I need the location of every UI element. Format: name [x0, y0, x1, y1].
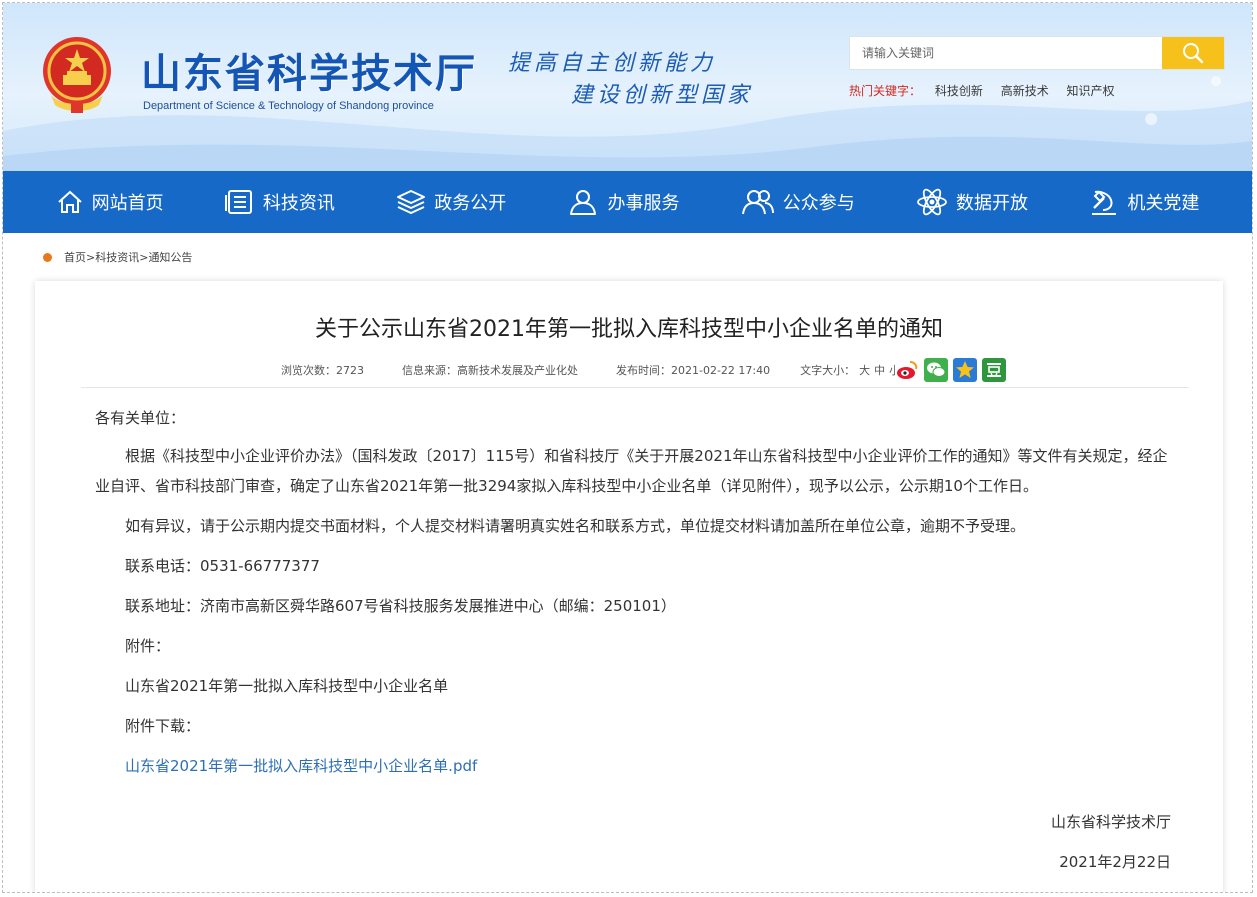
wechat-glyph — [927, 362, 946, 377]
source-value: 高新技术发展及产业化处 — [457, 364, 578, 377]
qzone-glyph — [956, 361, 975, 378]
home-icon — [57, 190, 82, 213]
date-meta: 发布时间：2021-02-22 17:40 — [616, 362, 770, 378]
nav-item-open-data[interactable]: 数据开放 — [916, 187, 1028, 217]
hot-keyword-link[interactable]: 知识产权 — [1067, 84, 1115, 98]
national-emblem-icon — [43, 37, 111, 113]
search-box — [849, 36, 1225, 70]
breadcrumb-dot-icon — [43, 252, 52, 262]
nav-item-news[interactable]: 科技资讯 — [224, 189, 335, 215]
douban-glyph — [987, 363, 1002, 377]
slogan-line-1: 提高自主创新能力 — [508, 51, 717, 76]
font-size-large-button[interactable]: 大 — [859, 362, 870, 378]
search-input[interactable] — [850, 37, 1162, 69]
nav-item-label: 政务公开 — [434, 193, 507, 214]
article-meta: 浏览次数：2723 信息来源：高新技术发展及产业化处 发布时间：2021-02-… — [281, 358, 1007, 382]
slogan-line-2: 建设创新型国家 — [571, 83, 754, 108]
qzone-icon[interactable] — [953, 358, 978, 382]
share-bar — [895, 358, 1007, 382]
hot-keywords-label: 热门关键字： — [849, 84, 922, 98]
hot-keywords: 热门关键字： 科技创新 高新技术 知识产权 — [849, 82, 1129, 99]
atom-icon — [917, 188, 947, 216]
signature: 山东省科学技术厅 — [1050, 813, 1171, 831]
article-panel: 关于公示山东省2021年第一批拟入库科技型中小企业名单的通知 浏览次数：2723… — [35, 281, 1223, 892]
views-label: 浏览次数： — [281, 364, 336, 377]
douban-icon[interactable] — [982, 358, 1007, 382]
people-icon — [741, 190, 774, 215]
nav-item-government-affairs[interactable]: 政务公开 — [396, 188, 506, 216]
party-icon — [1092, 190, 1117, 215]
download-line: 山东省2021年第一批拟入库科技型中小企业名单.pdf — [95, 751, 1175, 781]
source-label: 信息来源： — [402, 364, 457, 377]
nav-item-label: 网站首页 — [91, 193, 164, 214]
wechat-icon[interactable] — [924, 358, 949, 382]
breadcrumb-home-link[interactable]: 首页 — [64, 249, 86, 265]
site-header: 山东省科学技术厅 Department of Science & Technol… — [3, 3, 1252, 171]
weibo-icon[interactable] — [895, 358, 920, 382]
nav-item-label: 办事服务 — [607, 193, 680, 214]
nav-item-party-building[interactable]: 机关党建 — [1089, 188, 1199, 216]
views-meta: 浏览次数：2723 — [281, 362, 364, 378]
nav-item-public-participation[interactable]: 公众参与 — [741, 188, 855, 216]
site-title: 山东省科学技术厅 — [141, 50, 477, 97]
main-nav: 网站首页 科技资讯 政务公开 办事服务 公众参与 数据开放 机关党建 — [3, 171, 1252, 233]
breadcrumb: 首页 > 科技资讯 > 通知公告 — [43, 249, 192, 265]
hot-keyword-link[interactable]: 高新技术 — [1001, 84, 1049, 98]
paragraph-2: 如有异议，请于公示期内提交书面材料，个人提交材料请署明真实姓名和联系方式，单位提… — [125, 517, 1026, 535]
nav-item-label: 科技资讯 — [262, 193, 335, 214]
views-count: 2723 — [336, 364, 364, 377]
hot-keyword-link[interactable]: 科技创新 — [935, 84, 983, 98]
font-size-medium-button[interactable]: 中 — [874, 362, 885, 378]
news-icon — [224, 190, 252, 214]
date-label: 发布时间： — [616, 364, 671, 377]
nav-item-home[interactable]: 网站首页 — [56, 189, 164, 215]
breadcrumb-news-link[interactable]: 科技资讯 — [95, 249, 139, 265]
contact-address: 联系地址：济南市高新区舜华路607号省科技服务发展推进中心（邮编：250101） — [125, 597, 676, 615]
nav-item-label: 机关党建 — [1127, 193, 1200, 214]
search-icon — [1183, 43, 1204, 64]
contact-phone: 联系电话：0531-66777377 — [125, 557, 320, 575]
nav-item-label: 数据开放 — [956, 193, 1029, 214]
breadcrumb-separator: > — [139, 250, 149, 264]
user-service-icon — [570, 190, 597, 215]
nav-item-services[interactable]: 办事服务 — [567, 188, 679, 216]
source-meta: 信息来源：高新技术发展及产业化处 — [402, 362, 578, 378]
paragraph-1: 根据《科技型中小企业评价办法》（国科发政〔2017〕115号）和省科技厅《关于开… — [95, 447, 1168, 495]
page-frame: 山东省科学技术厅 Department of Science & Technol… — [2, 2, 1253, 893]
title-divider — [81, 387, 1189, 388]
publish-date: 2021-02-22 17:40 — [671, 364, 771, 377]
attachment-download-link[interactable]: 山东省2021年第一批拟入库科技型中小企业名单.pdf — [125, 757, 477, 775]
signature-date: 2021年2月22日 — [1059, 853, 1171, 871]
salutation: 各有关单位： — [95, 409, 186, 427]
nav-item-label: 公众参与 — [782, 193, 855, 214]
site-subtitle: Department of Science & Technology of Sh… — [143, 100, 434, 112]
breadcrumb-separator: > — [86, 250, 96, 264]
font-size-label: 文字大小： — [800, 364, 856, 377]
article-title: 关于公示山东省2021年第一批拟入库科技型中小企业名单的通知 — [315, 317, 943, 342]
search-button[interactable] — [1162, 37, 1224, 69]
article-body: 各有关单位： 根据《科技型中小企业评价办法》（国科发政〔2017〕115号）和省… — [95, 403, 1175, 781]
weibo-glyph — [897, 361, 918, 379]
attachment-name: 山东省2021年第一批拟入库科技型中小企业名单 — [125, 677, 449, 695]
attachment-label: 附件： — [125, 637, 171, 655]
breadcrumb-notice-link[interactable]: 通知公告 — [148, 249, 192, 265]
download-label: 附件下载： — [125, 717, 201, 735]
layers-icon — [397, 190, 426, 214]
